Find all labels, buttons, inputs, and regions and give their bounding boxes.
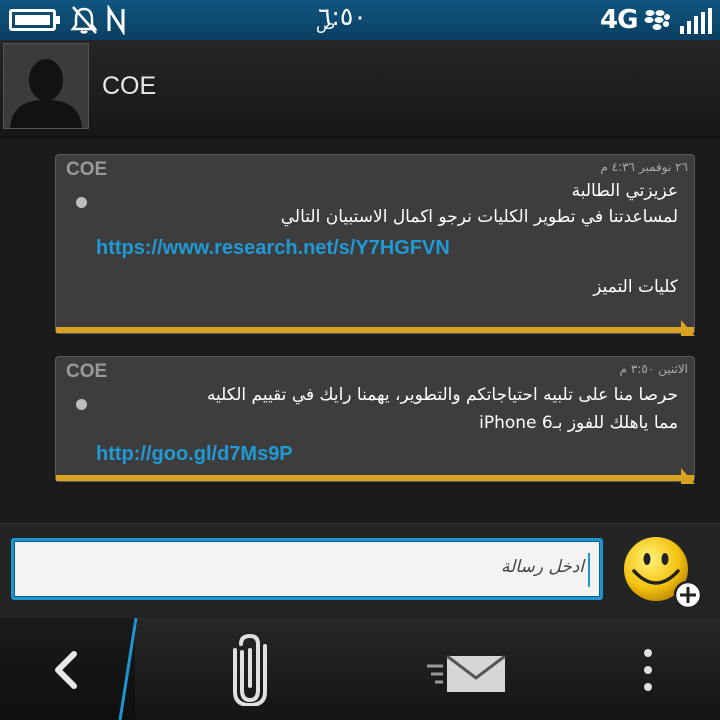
battery-icon xyxy=(9,9,60,31)
message-line: عزيزتي الطالبة xyxy=(571,181,678,201)
message-timestamp: ٢٦ نوفمبر ٤:٣٦ م xyxy=(600,160,688,174)
message-input-placeholder: ادخل رسالة xyxy=(500,557,584,577)
message-bubble[interactable]: COE ٢٦ نوفمبر ٤:٣٦ م عزيزتي الطالبة لمسا… xyxy=(55,154,695,334)
network-type: 4G xyxy=(600,5,638,35)
avatar[interactable] xyxy=(3,43,89,129)
message-link[interactable]: http://goo.gl/d7Ms9P xyxy=(96,443,293,466)
message-line: حرصا منا على تلبيه احتياجاتكم والتطوير، … xyxy=(206,385,678,405)
message-timestamp: الاثنين ٣:٥٠ م xyxy=(619,362,688,376)
more-icon[interactable] xyxy=(642,648,654,692)
message-sender: COE xyxy=(66,159,108,180)
contact-name[interactable]: COE xyxy=(102,72,156,101)
message-signature: كليات التميز xyxy=(593,277,678,297)
compose-bar: ادخل رسالة xyxy=(0,523,720,619)
status-ampm: ص xyxy=(316,14,336,33)
attach-icon[interactable] xyxy=(230,632,270,706)
message-link[interactable]: https://www.research.net/s/Y7HGFVN xyxy=(96,237,450,260)
message-bubble[interactable]: COE الاثنين ٣:٥٠ م حرصا منا على تلبيه اح… xyxy=(55,356,695,482)
back-icon[interactable] xyxy=(50,650,80,690)
blackberry-icon xyxy=(644,10,670,30)
message-line: مما ياهلك للفوز بـ6 iPhone xyxy=(479,413,678,433)
action-bar xyxy=(0,618,720,720)
bubble-tail xyxy=(681,320,695,336)
text-caret xyxy=(588,553,590,587)
nfc-icon xyxy=(107,5,125,35)
message-line: لمساعدتنا في تطوير الكليات نرجو اكمال ال… xyxy=(280,207,678,227)
message-input[interactable]: ادخل رسالة xyxy=(11,538,603,600)
message-sender: COE xyxy=(66,361,108,382)
mute-icon xyxy=(70,6,98,34)
send-icon[interactable] xyxy=(425,654,507,694)
emoji-add-icon[interactable] xyxy=(620,537,706,613)
status-dot-icon xyxy=(76,399,87,410)
status-dot-icon xyxy=(76,197,87,208)
status-bar: ٦:٥٠ ص 4G xyxy=(0,0,720,40)
conversation-header: COE xyxy=(0,40,720,138)
default-avatar-icon xyxy=(4,44,88,128)
signal-icon xyxy=(680,8,712,34)
bubble-tail xyxy=(681,468,695,484)
message-list[interactable]: COE ٢٦ نوفمبر ٤:٣٦ م عزيزتي الطالبة لمسا… xyxy=(0,138,720,523)
